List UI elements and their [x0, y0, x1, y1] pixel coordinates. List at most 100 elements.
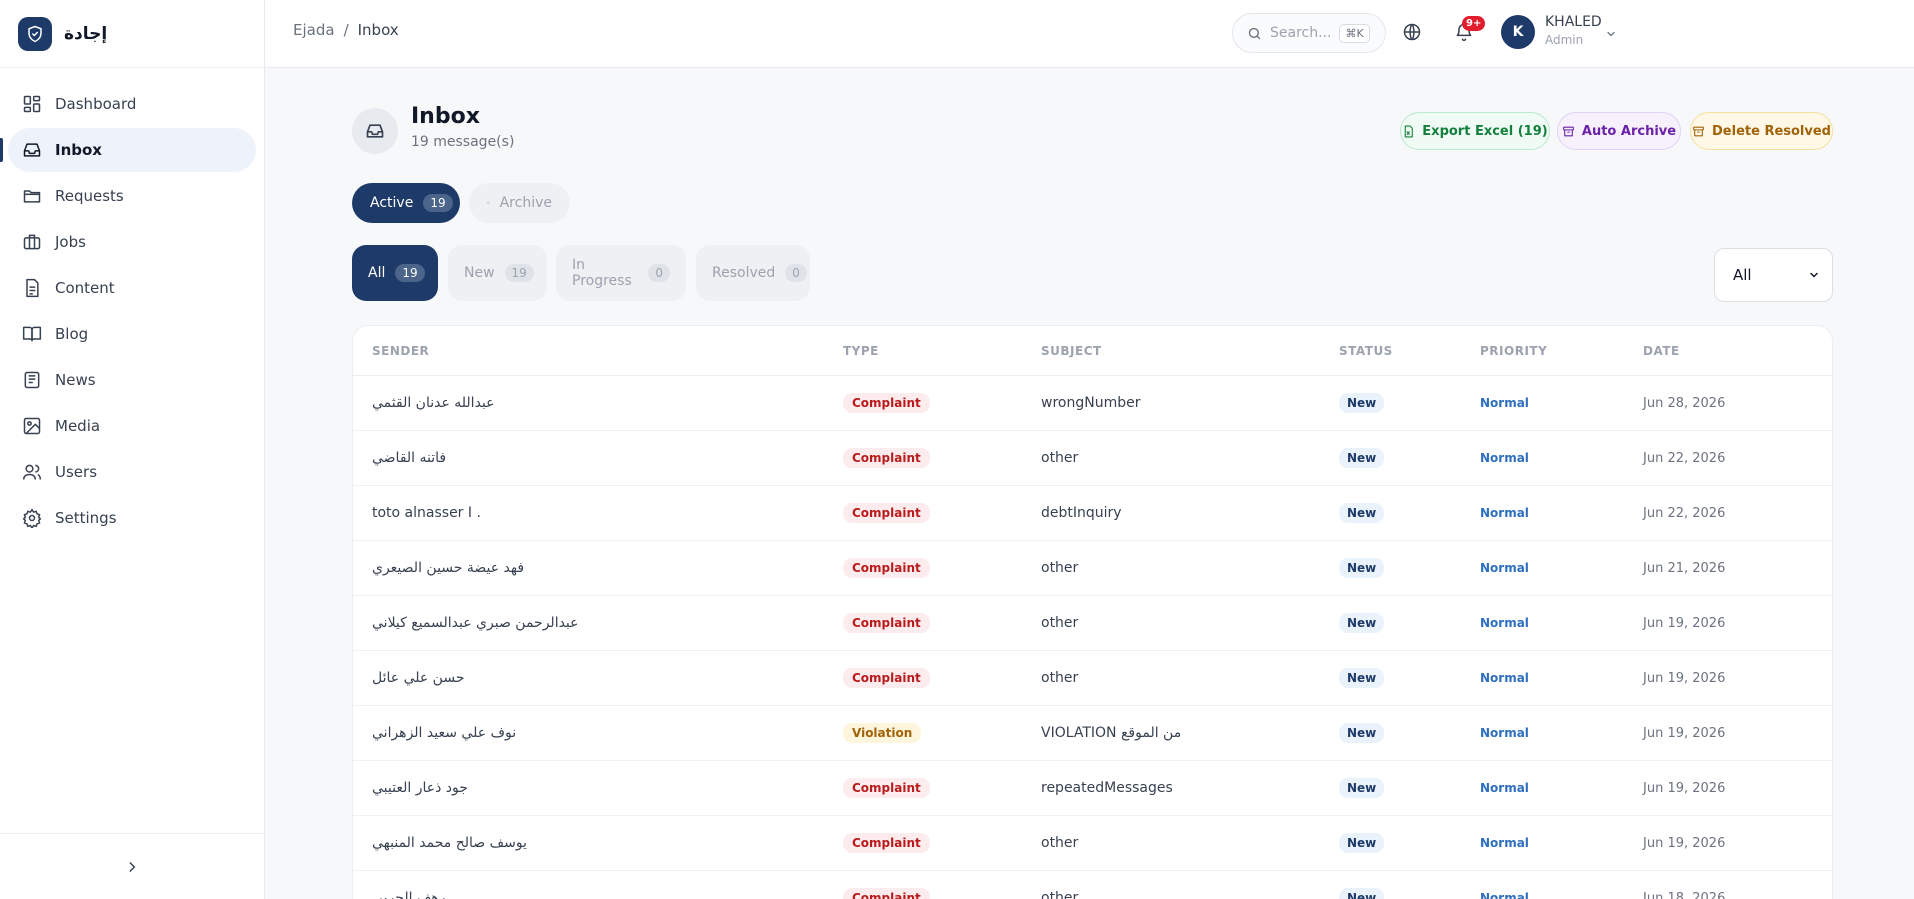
type-badge: Complaint	[843, 613, 930, 633]
sidebar-item-blog[interactable]: Blog	[8, 312, 256, 356]
table-row[interactable]: يوسف صالح محمد المنبهي Complaint other N…	[353, 816, 1832, 871]
status-badge: New	[1339, 723, 1385, 743]
subject-cell: other	[1041, 450, 1079, 466]
status-badge: New	[1339, 393, 1385, 413]
date-cell: Jun 18, 2026	[1643, 890, 1726, 899]
sidebar-item-news[interactable]: News	[8, 358, 256, 402]
table-row[interactable]: فاتنه القاضي Complaint other New Normal …	[353, 431, 1832, 486]
priority-cell: Normal	[1480, 616, 1529, 630]
tab-active[interactable]: Active 19	[352, 183, 460, 223]
chevron-down-icon	[1810, 272, 1818, 278]
page-subtitle: 19 message(s)	[411, 134, 515, 150]
breadcrumb-separator: /	[343, 21, 349, 39]
status-badge: New	[1339, 448, 1385, 468]
sidebar-item-content[interactable]: Content	[8, 266, 256, 310]
sender-cell: جود ذعار العتيبي	[372, 780, 468, 796]
sidebar-item-inbox[interactable]: Inbox	[0, 128, 256, 172]
status-badge: New	[1339, 503, 1385, 523]
sidebar-item-label: Jobs	[55, 233, 86, 251]
sender-cell: عبدالله عدنان القثمي	[372, 395, 495, 411]
priority-cell: Normal	[1480, 506, 1529, 520]
table-row[interactable]: جود ذعار العتيبي Complaint repeatedMessa…	[353, 761, 1832, 816]
table-row[interactable]: نوف علي سعيد الزهراني Violation VIOLATIO…	[353, 706, 1832, 761]
status-badge: New	[1339, 558, 1385, 578]
chevron-down-icon[interactable]	[1605, 28, 1617, 40]
dashboard-icon	[23, 95, 41, 113]
column-header-type[interactable]: TYPE	[843, 344, 1041, 358]
export-excel-label: Export Excel (19)	[1422, 123, 1548, 139]
spreadsheet-icon	[1405, 125, 1414, 137]
column-header-sender[interactable]: SENDER	[353, 344, 843, 358]
priority-cell: Normal	[1480, 396, 1529, 410]
notification-count-badge: 9+	[1462, 16, 1486, 31]
newspaper-icon	[24, 371, 40, 389]
sidebar-item-label: Settings	[55, 509, 117, 527]
archive-icon	[1562, 126, 1574, 136]
table-row[interactable]: عبدالرحمن صبري عبدالسميع كيلاني Complain…	[353, 596, 1832, 651]
date-cell: Jun 22, 2026	[1643, 505, 1726, 521]
filter-all-label: All	[368, 265, 386, 281]
status-badge: New	[1339, 833, 1385, 853]
avatar[interactable]: K	[1501, 15, 1535, 49]
priority-cell: Normal	[1480, 451, 1529, 465]
type-filter-select[interactable]: All	[1714, 248, 1833, 302]
language-button[interactable]	[1402, 22, 1422, 46]
search-input[interactable]: Search... ⌘K	[1232, 13, 1386, 53]
table-row[interactable]: حسن علي عائل Complaint other New Normal …	[353, 651, 1832, 706]
table-row[interactable]: فهد عيضة حسين الصيعري Complaint other Ne…	[353, 541, 1832, 596]
sender-cell: عبدالرحمن صبري عبدالسميع كيلاني	[372, 615, 579, 631]
auto-archive-label: Auto Archive	[1581, 123, 1677, 139]
user-name[interactable]: KHALED	[1545, 14, 1602, 30]
tab-active-count: 19	[423, 194, 453, 212]
sidebar-item-requests[interactable]: Requests	[8, 174, 256, 218]
type-badge: Complaint	[843, 393, 930, 413]
document-icon	[26, 278, 39, 298]
folder-icon	[23, 190, 41, 203]
tab-active-label: Active	[370, 195, 414, 211]
filter-all[interactable]: All 19	[352, 245, 438, 301]
sender-cell: فهد عيضة حسين الصيعري	[372, 560, 525, 576]
subject-cell: other	[1041, 890, 1079, 899]
sidebar-collapse-button[interactable]	[0, 833, 264, 899]
table-row[interactable]: رهف الحربي Complaint other New Normal Ju…	[353, 871, 1832, 899]
status-badge: New	[1339, 778, 1385, 798]
breadcrumb-item-ejada[interactable]: Ejada	[293, 21, 335, 39]
table-row[interactable]: عبدالله عدنان القثمي Complaint wrongNumb…	[353, 376, 1832, 431]
subject-cell: wrongNumber	[1041, 395, 1141, 411]
table-row[interactable]: toto alnasser I . Complaint debtInquiry …	[353, 486, 1832, 541]
priority-cell: Normal	[1480, 781, 1529, 795]
tab-archive[interactable]: Archive	[469, 183, 570, 223]
sidebar-item-label: Users	[55, 463, 98, 481]
date-cell: Jun 28, 2026	[1643, 395, 1726, 411]
export-excel-button[interactable]: Export Excel (19)	[1400, 112, 1550, 150]
archive-icon	[487, 202, 490, 204]
sidebar-item-label: Requests	[55, 187, 124, 205]
subject-cell: repeatedMessages	[1041, 780, 1173, 796]
search-placeholder: Search...	[1270, 25, 1332, 41]
sidebar-item-jobs[interactable]: Jobs	[8, 220, 256, 264]
sidebar-item-label: Blog	[55, 325, 89, 343]
filter-resolved[interactable]: Resolved 0	[696, 245, 810, 301]
auto-archive-button[interactable]: Auto Archive	[1557, 112, 1681, 150]
sidebar-item-settings[interactable]: Settings	[8, 496, 256, 540]
sidebar-item-dashboard[interactable]: Dashboard	[8, 82, 256, 126]
column-header-subject[interactable]: SUBJECT	[1041, 344, 1339, 358]
brand[interactable]: إجادة	[0, 0, 264, 68]
sender-cell: يوسف صالح محمد المنبهي	[372, 835, 527, 851]
sender-cell: نوف علي سعيد الزهراني	[372, 725, 517, 741]
sidebar-item-users[interactable]: Users	[8, 450, 256, 494]
column-header-date[interactable]: DATE	[1643, 344, 1680, 358]
briefcase-icon	[23, 234, 41, 250]
filter-new[interactable]: New 19	[448, 245, 547, 301]
sidebar-item-media[interactable]: Media	[8, 404, 256, 448]
delete-resolved-button[interactable]: Delete Resolved	[1690, 112, 1833, 150]
filter-in-progress[interactable]: In Progress 0	[556, 245, 686, 301]
subject-cell: other	[1041, 835, 1079, 851]
table-header: SENDER TYPE SUBJECT STATUS PRIORITY DATE	[353, 326, 1832, 376]
priority-cell: Normal	[1480, 891, 1529, 899]
status-badge: New	[1339, 613, 1385, 633]
column-header-status[interactable]: STATUS	[1339, 344, 1480, 358]
brand-name: إجادة	[64, 23, 108, 44]
search-icon	[1248, 27, 1261, 39]
column-header-priority[interactable]: PRIORITY	[1480, 344, 1643, 358]
